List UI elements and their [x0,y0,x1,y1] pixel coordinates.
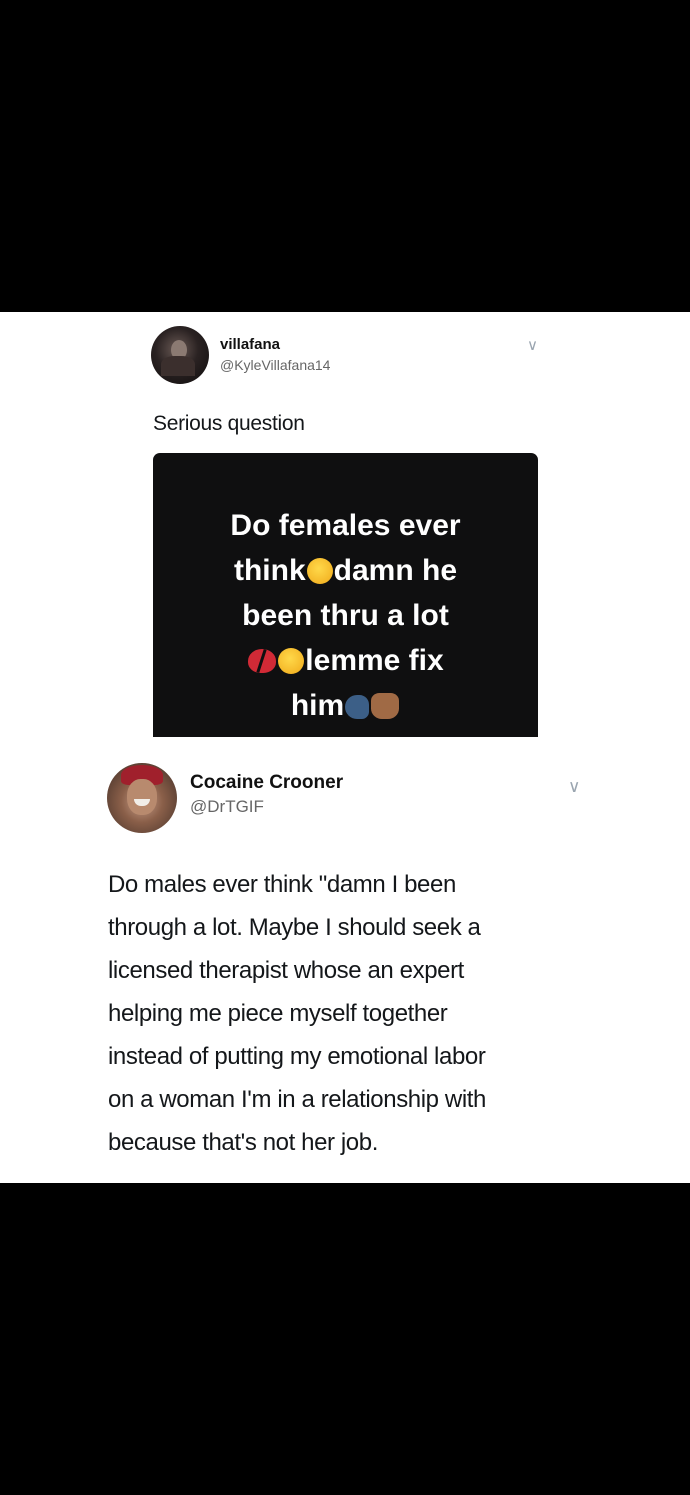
tweet-line: instead of putting my emotional labor [108,1043,486,1070]
media-words-lemme-fix: lemme fix [305,644,444,677]
tweet-line: helping me piece myself together [108,1000,448,1027]
tweet-text-villafana: Serious question [153,412,305,435]
avatar-cocaine-crooner[interactable] [107,763,177,833]
raised-fist-icon [371,693,400,719]
media-caption: Do females ever think damn he been thru a… [153,503,538,728]
avatar-figure-body [161,356,195,376]
tweet-line: through a lot. Maybe I should seek a [108,914,481,941]
tweet-line: licensed therapist whose an expert [108,957,464,984]
media-line-1: Do females ever [230,509,461,542]
media-words-damn-he: damn he [333,554,458,587]
media-line-4: lemme fix [153,638,538,683]
tweet-line: because that's not her job. [108,1129,378,1156]
pensive-face-icon [278,648,305,674]
tweet-line: on a woman I'm in a relationship with [108,1086,486,1113]
thinking-face-icon [306,558,333,584]
media-word-him: him [290,689,345,722]
chevron-down-icon[interactable]: ∨ [527,338,538,353]
media-line-3: been thru a lot [242,599,449,632]
avatar-villafana[interactable] [151,326,209,384]
chevron-down-icon[interactable]: ∨ [568,778,580,795]
media-line-2: think damn he [153,548,538,593]
speaking-head-icon [345,695,370,719]
handle-villafana[interactable]: @KyleVillafana14 [220,357,330,373]
tweet-media-image[interactable]: Do females ever think damn he been thru a… [153,453,538,737]
media-word-think: think [233,554,306,587]
display-name-cocaine-crooner[interactable]: Cocaine Crooner [190,772,343,794]
handle-drtgif[interactable]: @DrTGIF [190,797,264,817]
display-name-villafana[interactable]: villafana [220,336,280,353]
media-line-5: him [153,683,538,728]
broken-heart-icon [248,649,277,673]
tweet-line: Do males ever think "damn I been [108,871,456,898]
tweet-text-cocaine-crooner: Do males ever think "damn I been through… [108,863,588,1164]
avatar-face [127,779,157,815]
